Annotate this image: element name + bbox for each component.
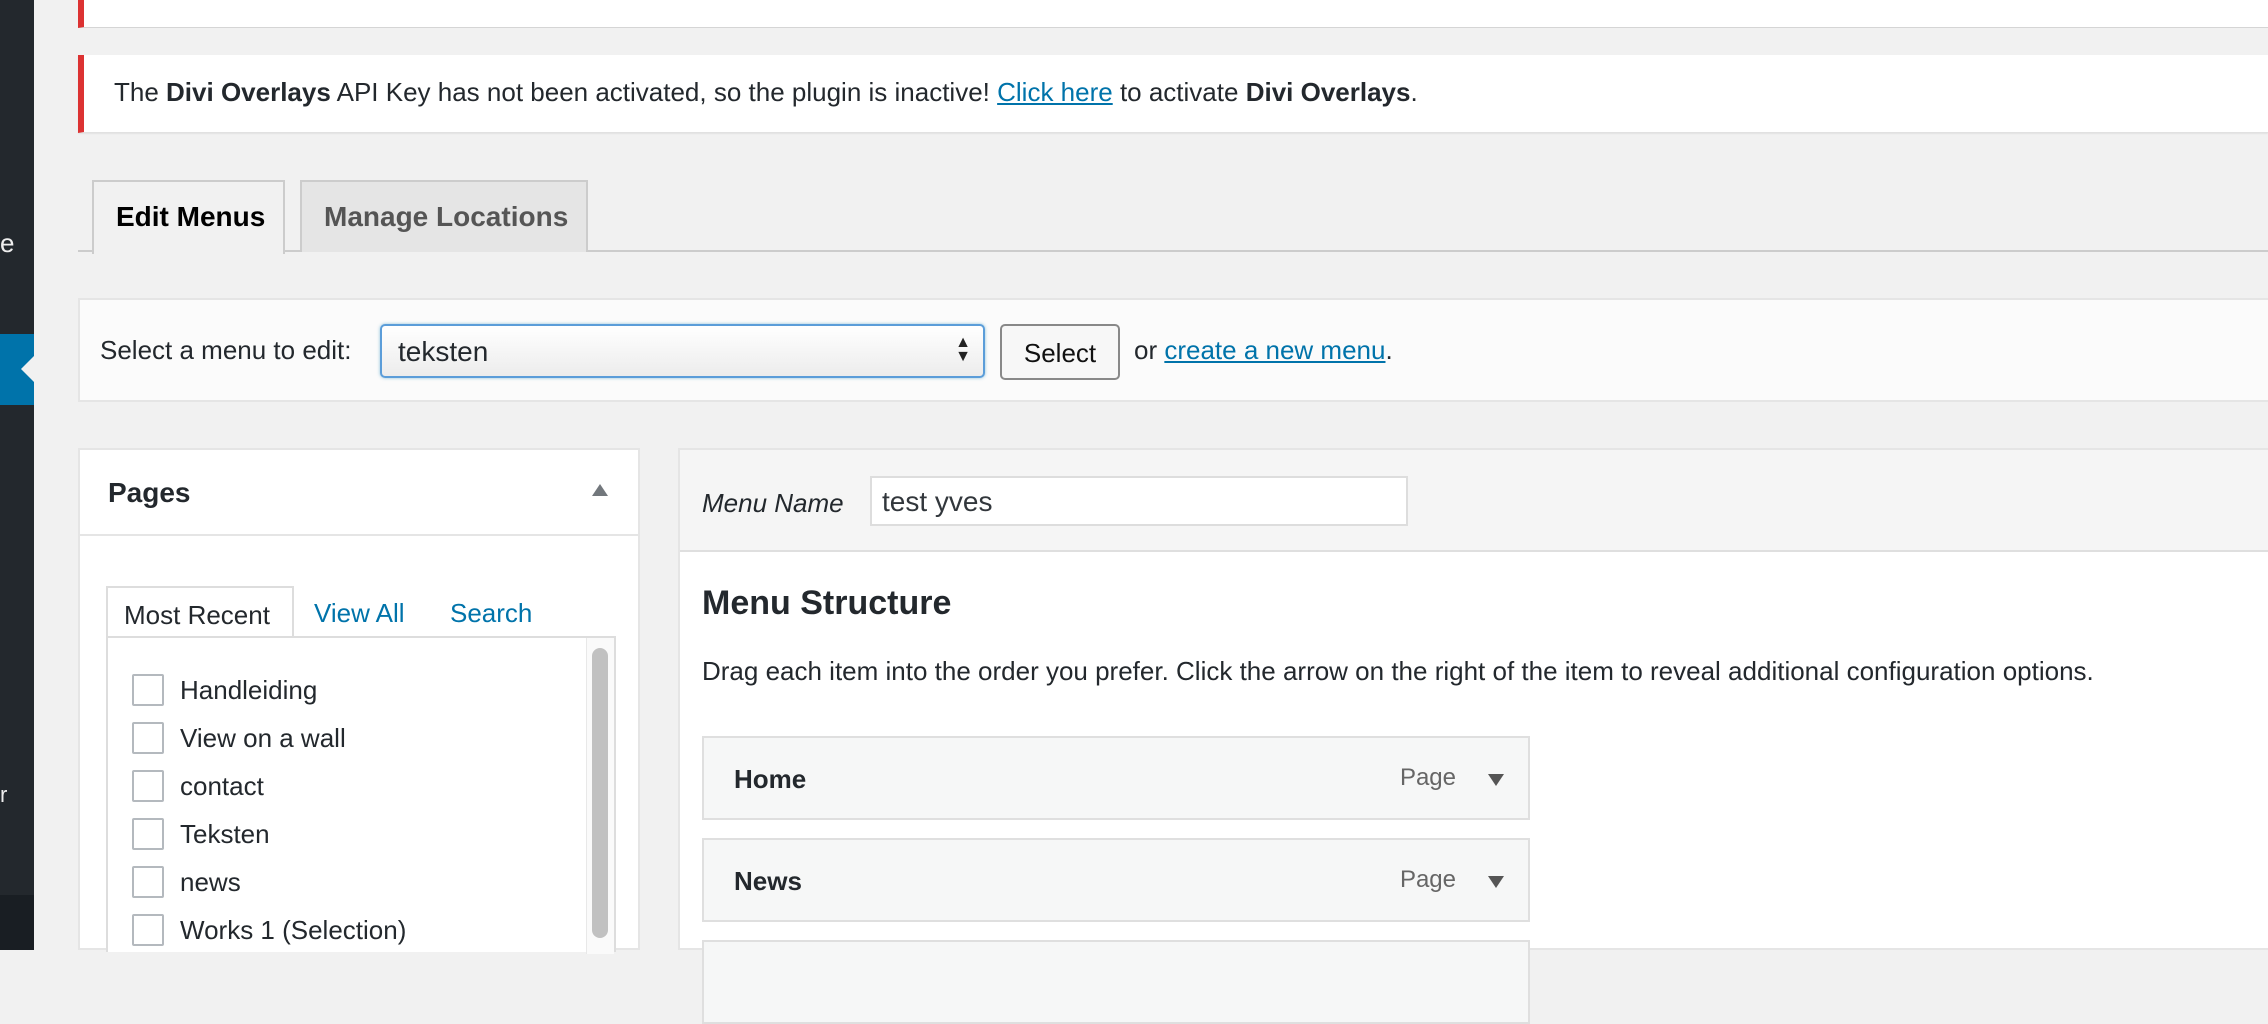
page-checkbox[interactable] [132,770,164,802]
page-label: Works 1 (Selection) [180,915,407,945]
period-text: . [1385,335,1393,365]
page-label: Teksten [180,819,270,849]
select-button[interactable]: Select [1000,324,1120,380]
scrollbar-thumb[interactable] [592,648,608,938]
notice-partial [78,0,2268,28]
tab-manage-locations[interactable]: Manage Locations [300,180,588,252]
activate-link[interactable]: Click here [997,77,1113,107]
tab-edit-menus[interactable]: Edit Menus [92,180,285,254]
page-label: news [180,867,241,897]
admin-sidebar: e r [0,0,34,895]
menu-edit-panel: Menu Name test yves Menu Structure Drag … [678,448,2268,1024]
sidebar-bottom [0,895,34,950]
manage-menus-bar: Select a menu to edit: teksten ▲ ▼ Select… [78,298,2268,402]
menu-item-type: Page [1399,866,1456,893]
page-checkbox[interactable] [132,722,164,754]
menu-item-type: Page [1399,764,1456,791]
menu-name-label: Menu Name [702,488,844,518]
plugin-inactive-notice: The Divi Overlays API Key has not been a… [78,55,2268,133]
pages-metabox: Pages Most Recent View All Search Handle… [78,448,640,954]
notice-text: API Key has not been activated, so the p… [330,77,998,107]
menu-select-dropdown[interactable]: teksten ▲ ▼ [380,324,985,378]
menu-item-title: Home [734,764,807,794]
menu-item-home[interactable]: Home Page [702,736,1530,820]
sidebar-item-appearance[interactable] [0,334,34,405]
notice-plugin-name: Divi Overlays [1245,77,1411,107]
or-text: or [1134,335,1165,365]
page-checkbox[interactable] [132,674,164,706]
notice-text: The [114,77,167,107]
updown-arrows-icon: ▲ ▼ [955,334,971,365]
page-label: View on a wall [180,723,346,753]
menu-item-news[interactable]: News Page [702,838,1530,922]
subtab-view-all[interactable]: View All [314,586,405,638]
page-checkbox[interactable] [132,818,164,850]
notice-text: to activate [1112,77,1246,107]
menu-select-value: teksten [398,336,489,367]
page-label: contact [180,771,264,801]
menu-item-title: News [734,866,802,896]
create-menu-text: or create a new menu. [1134,335,1393,366]
menu-item-partial[interactable] [702,940,1530,1024]
page-label: Handleiding [180,675,318,705]
pages-subtabs: Most Recent View All Search [106,586,616,640]
menu-header: Menu Name test yves [680,450,2268,552]
menu-structure-description: Drag each item into the order you prefer… [702,656,2094,686]
pages-metabox-header[interactable]: Pages [80,450,638,536]
select-menu-label: Select a menu to edit: [100,335,352,365]
subtab-search[interactable]: Search [450,586,532,638]
active-indicator-arrow [21,356,34,382]
page-checkbox[interactable] [132,866,164,898]
scrollbar-track[interactable] [586,638,614,954]
notice-text: . [1410,77,1418,107]
subtab-most-recent[interactable]: Most Recent [106,586,294,640]
expand-arrow-icon[interactable] [1488,774,1504,786]
menu-structure-title: Menu Structure [702,584,952,622]
notice-plugin-name: Divi Overlays [166,77,331,107]
sidebar-menu-label-fragment[interactable]: r [0,782,7,808]
menu-name-input[interactable]: test yves [870,476,1408,526]
create-new-menu-link[interactable]: create a new menu [1164,335,1385,365]
pages-checklist: Handleiding View on a wall contact Tekst… [106,636,616,954]
collapse-triangle-icon[interactable] [592,484,608,496]
pages-metabox-title: Pages [108,477,191,508]
page-checkbox[interactable] [132,914,164,946]
expand-arrow-icon[interactable] [1488,876,1504,888]
sidebar-menu-label-fragment[interactable]: e [0,228,14,259]
